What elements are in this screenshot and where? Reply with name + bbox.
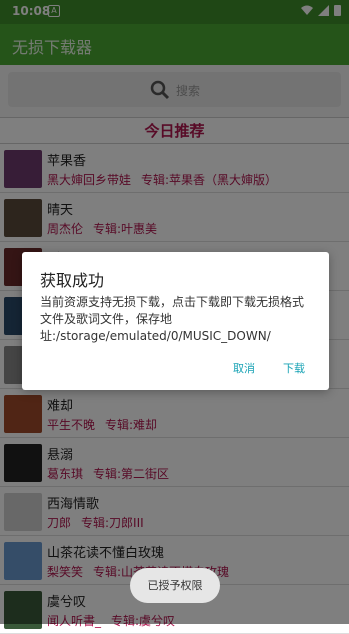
download-button[interactable]: 下载	[283, 360, 305, 376]
toast-message: 已授予权限	[130, 568, 220, 603]
dialog-message: 当前资源支持无损下载，点击下载即下载无损格式文件及歌词文件，保存地址:/stor…	[40, 295, 305, 343]
dialog-title: 获取成功	[40, 271, 105, 290]
cancel-button[interactable]: 取消	[233, 360, 255, 376]
download-dialog: 获取成功 当前资源支持无损下载，点击下载即下载无损格式文件及歌词文件，保存地址:…	[22, 252, 329, 390]
